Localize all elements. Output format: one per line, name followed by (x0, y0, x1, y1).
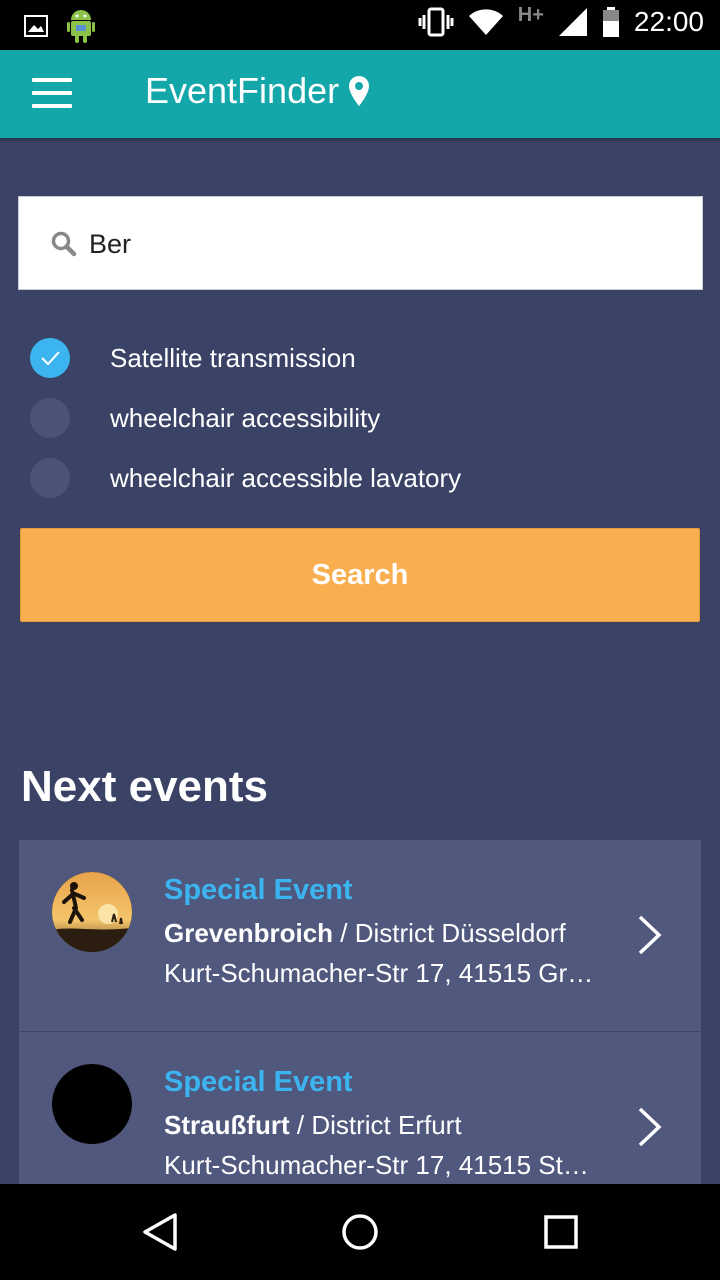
network-type-label: H+ (517, 3, 544, 26)
event-city: Grevenbroich (164, 918, 334, 948)
search-button[interactable]: Search (20, 528, 700, 622)
search-icon (51, 231, 77, 257)
location-pin-icon (349, 76, 370, 106)
filter-wheelchair-lavatory[interactable]: wheelchair accessible lavatory (30, 456, 461, 500)
event-title: Special Event (164, 874, 353, 906)
checkbox-unchecked-icon[interactable] (30, 458, 70, 498)
event-location: Straußfurt / District Erfurt (164, 1110, 462, 1141)
filter-label: wheelchair accessibility (110, 402, 381, 433)
filter-satellite-transmission[interactable]: Satellite transmission (30, 336, 356, 380)
signal-icon (558, 8, 587, 36)
event-avatar (52, 872, 132, 952)
vibrate-icon (418, 7, 454, 37)
checkbox-unchecked-icon[interactable] (30, 398, 70, 438)
event-address: Kurt-Schumacher-Str 17, 41515 Grevenbroi… (164, 958, 594, 988)
wifi-icon (468, 9, 503, 35)
event-avatar (52, 1064, 132, 1144)
filter-wheelchair-accessibility[interactable]: wheelchair accessibility (30, 396, 380, 440)
chevron-right-icon[interactable] (637, 914, 663, 956)
section-title: Next events (21, 762, 269, 811)
status-bar: H+ 22:00 (0, 0, 720, 50)
event-location: Grevenbroich / District Düsseldorf (164, 918, 566, 949)
chevron-right-icon[interactable] (637, 1106, 663, 1148)
navigation-bar (0, 1184, 720, 1280)
home-icon[interactable] (341, 1212, 379, 1252)
event-city: Straußfurt (164, 1110, 290, 1140)
android-icon (67, 10, 95, 43)
checkmark-icon (41, 351, 60, 366)
filter-label: wheelchair accessible lavatory (110, 462, 462, 493)
battery-icon (602, 7, 619, 37)
app-bar: EventFinder (0, 50, 720, 138)
event-title: Special Event (164, 1066, 353, 1098)
search-box[interactable] (18, 196, 703, 290)
event-district: / District Erfurt (289, 1110, 462, 1140)
event-photo-image (52, 872, 132, 952)
event-address: Kurt-Schumacher-Str 17, 41515 Straußfurt (164, 1150, 594, 1180)
checkbox-checked-icon[interactable] (30, 338, 70, 378)
search-input[interactable] (89, 219, 679, 269)
event-district: / District Düsseldorf (333, 918, 566, 948)
filter-label: Satellite transmission (110, 342, 356, 373)
hamburger-menu-icon[interactable] (32, 78, 72, 110)
app-title: EventFinder (145, 70, 371, 112)
app-title-text: EventFinder (145, 70, 340, 111)
back-icon[interactable] (142, 1212, 178, 1252)
event-list-item[interactable]: Special Event Grevenbroich / District Dü… (19, 840, 701, 1032)
clock: 22:00 (633, 6, 704, 37)
event-list: Special Event Grevenbroich / District Dü… (19, 840, 701, 1224)
image-icon (24, 15, 48, 37)
recents-icon[interactable] (543, 1212, 579, 1252)
